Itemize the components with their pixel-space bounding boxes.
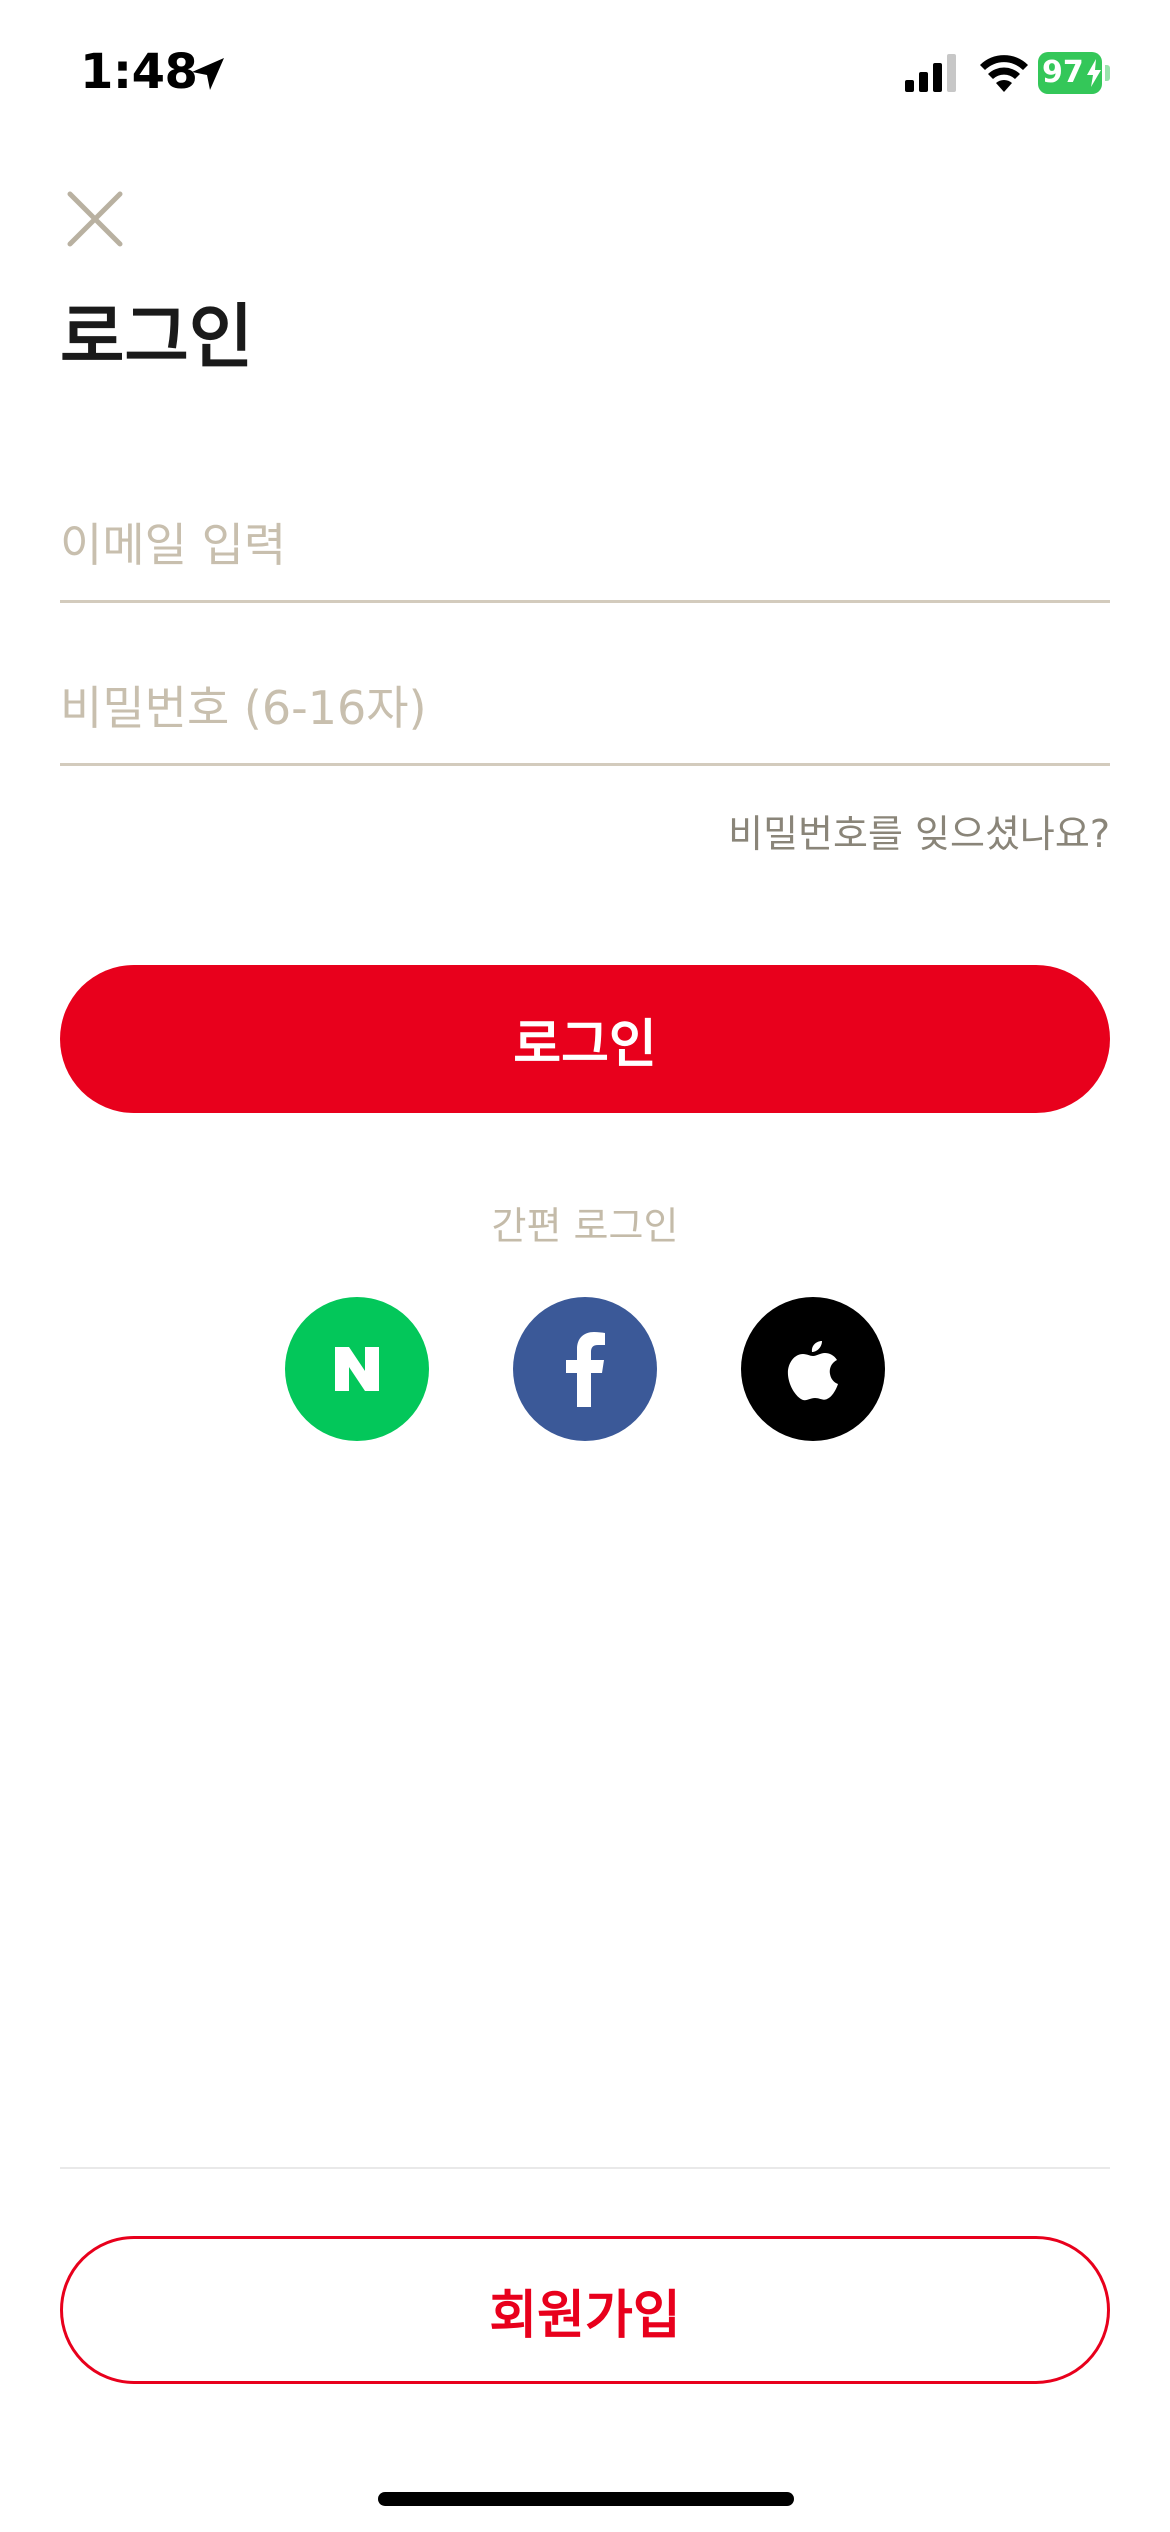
charging-bolt-icon (1087, 59, 1101, 87)
signup-button-label: 회원가입 (489, 2285, 681, 2346)
facebook-f-icon (566, 1332, 605, 1407)
login-button[interactable]: 로그인 (60, 965, 1110, 1113)
battery-level: 97 (1042, 55, 1084, 90)
page-title: 로그인 (60, 296, 254, 378)
apple-login-button[interactable] (741, 1297, 885, 1441)
apple-logo-icon (787, 1341, 838, 1401)
status-time: 1:48 (80, 44, 198, 100)
location-arrow-icon (192, 58, 224, 90)
login-button-label: 로그인 (513, 1014, 657, 1075)
signup-button[interactable]: 회원가입 (60, 2236, 1110, 2384)
naver-login-button[interactable] (285, 1297, 429, 1441)
wifi-icon (980, 55, 1028, 92)
cellular-signal-icon (905, 54, 956, 92)
close-icon[interactable] (64, 188, 126, 250)
home-indicator[interactable] (378, 2492, 794, 2506)
easy-login-label: 간편 로그인 (491, 1204, 679, 1248)
battery-icon: 97 (1038, 52, 1110, 94)
forgot-password-link[interactable]: 비밀번호를 잊으셨나요? (728, 808, 1110, 860)
divider (60, 2167, 1110, 2169)
facebook-login-button[interactable] (513, 1297, 657, 1441)
email-field[interactable] (60, 490, 1110, 603)
naver-n-icon (335, 1347, 379, 1391)
password-field[interactable] (60, 653, 1110, 766)
